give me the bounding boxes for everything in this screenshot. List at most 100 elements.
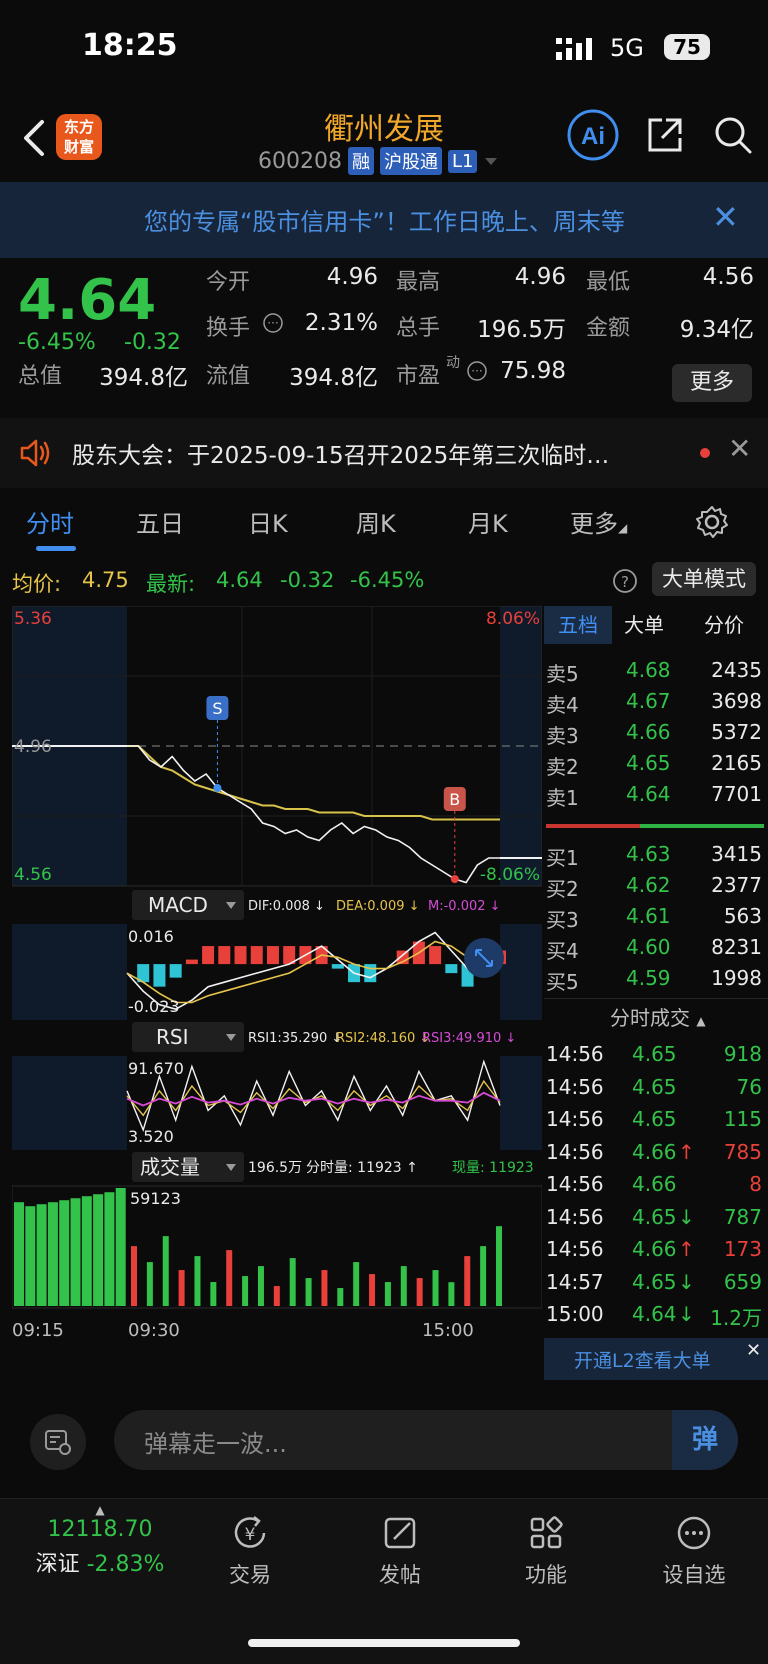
help-icon[interactable]: ?: [612, 568, 638, 594]
ask-label: 卖1: [546, 786, 579, 810]
rsi-legend[interactable]: RSI RSI1:35.290 ↓ RSI2:48.160 ↓ RSI3:49.…: [132, 1022, 516, 1052]
quote-panel: 4.64 -6.45% -0.32 今开 4.96 最高 4.96 最低 4.5…: [0, 258, 768, 408]
ask-volume: 5372: [711, 720, 762, 744]
ask-row[interactable]: 卖4 4.67 3698: [544, 685, 764, 717]
tab-intraday[interactable]: 分时: [26, 504, 74, 539]
high-value: 4.96: [514, 264, 566, 290]
bid-volume: 1998: [711, 966, 762, 990]
x-label-open-auction: 09:15: [12, 1320, 64, 1341]
tab-monthly-k[interactable]: 月K: [468, 504, 508, 539]
more-quote-button[interactable]: 更多: [672, 364, 752, 402]
macd-bar: [185, 959, 198, 965]
l2-close-icon[interactable]: ✕: [746, 1340, 761, 1361]
tab-five-day[interactable]: 五日: [136, 504, 184, 539]
volume-bar: [115, 1188, 126, 1306]
volume-current: 现量: 11923: [452, 1160, 534, 1176]
tick-volume: 76: [736, 1074, 762, 1099]
bid-row[interactable]: 买5 4.59 1998: [544, 962, 764, 994]
tab-big-orders[interactable]: 大单: [624, 606, 664, 644]
settings-gear-icon[interactable]: [694, 504, 730, 540]
rsi3-value: RSI3:49.910 ↓: [422, 1031, 516, 1046]
ask-price: 4.64: [626, 782, 671, 806]
tick-arrow: ↑: [678, 1237, 695, 1261]
tab-weekly-k[interactable]: 周K: [356, 504, 396, 539]
info-icon[interactable]: ···: [262, 312, 284, 334]
ticks-title[interactable]: 分时成交 ▲: [610, 1002, 706, 1031]
tab-daily-k[interactable]: 日K: [248, 504, 288, 539]
marker-label: B: [449, 790, 460, 809]
big-order-mode-button[interactable]: 大单模式: [652, 562, 756, 596]
volume-bar: [480, 1246, 487, 1306]
tick-volume: 1.2万: [710, 1306, 762, 1330]
ask-label: 卖2: [546, 755, 579, 779]
volume-bar: [242, 1276, 249, 1306]
nav-trade[interactable]: ¥ 交易: [200, 1513, 300, 1589]
bid-row[interactable]: 买2 4.62 2377: [544, 869, 764, 901]
ask-strength-bar: [546, 824, 640, 828]
stock-code-row[interactable]: 600208 融 沪股通 L1: [258, 146, 499, 176]
promo-banner[interactable]: 您的专属“股市信用卡”！工作日晚上、周末等 ✕: [0, 182, 768, 258]
tab-price-dist[interactable]: 分价: [704, 606, 744, 644]
rsi-axis-top: 91.670: [128, 1059, 184, 1078]
volume-bar: [162, 1236, 169, 1306]
bid-row[interactable]: 买3 4.61 563: [544, 900, 764, 932]
nav-watchlist[interactable]: 设自选: [644, 1513, 744, 1589]
search-icon[interactable]: [712, 114, 754, 156]
caret-up-icon: ▲: [95, 1503, 105, 1517]
intraday-charts[interactable]: S B 5.36 4.96 4.56 8.06% -8.06% MACD DIF:…: [12, 606, 542, 1356]
tick-volume: 173: [723, 1237, 762, 1261]
macd-legend[interactable]: MACD DIF:0.008 ↓ DEA:0.009 ↓ M:-0.002 ↓: [132, 890, 501, 920]
back-arrow-icon[interactable]: [18, 118, 52, 158]
market-cap-value: 394.8亿: [99, 365, 188, 391]
pct-axis-top: 8.06%: [486, 609, 540, 629]
index-name: 深证: [35, 1552, 80, 1577]
ask-row[interactable]: 卖2 4.65 2165: [544, 747, 764, 779]
bid-volume: 2377: [711, 873, 762, 897]
ask-price: 4.68: [626, 658, 671, 682]
ask-row[interactable]: 卖5 4.68 2435: [544, 654, 764, 686]
corner-caret-icon: ◢: [618, 521, 628, 535]
danmu-input[interactable]: 弹幕走一波... 弹: [114, 1410, 738, 1470]
speaker-icon: [20, 439, 50, 467]
ai-assistant-icon[interactable]: Ai: [566, 108, 620, 162]
stock-code: 600208: [258, 148, 342, 174]
price-line: [127, 745, 500, 884]
ask-row[interactable]: 卖3 4.66 5372: [544, 716, 764, 748]
volume-bar: [25, 1206, 36, 1306]
l2-upgrade-banner[interactable]: 开通L2查看大单 ✕: [544, 1338, 768, 1380]
svg-text:Ai: Ai: [581, 123, 605, 150]
bid-row[interactable]: 买1 4.63 3415: [544, 838, 764, 870]
tick-arrow: ↓: [678, 1269, 695, 1294]
notice-close-icon[interactable]: ✕: [728, 432, 751, 465]
nav-post[interactable]: 发帖: [350, 1513, 450, 1589]
notice-bar[interactable]: 股东大会：于2025-09-15召开2025年第三次临时… ✕: [0, 418, 768, 488]
pct-axis-bottom: -8.06%: [480, 865, 540, 885]
volume-bar: [59, 1200, 70, 1306]
volume-legend[interactable]: 成交量 196.5万 分时量: 11923 ↑ 现量: 11923: [132, 1152, 534, 1182]
x-label-close: 15:00: [422, 1320, 474, 1341]
tab-more[interactable]: 更多◢: [570, 504, 627, 539]
ask-volume: 7701: [711, 782, 762, 806]
bid-volume: 3415: [711, 842, 762, 866]
tab-five-levels[interactable]: 五档: [544, 606, 612, 644]
tick-price: 4.65: [632, 1269, 677, 1294]
danmu-send-button[interactable]: 弹: [672, 1410, 738, 1470]
danmu-toggle[interactable]: [30, 1414, 86, 1470]
index-percent: -2.83%: [86, 1552, 165, 1577]
buy-marker[interactable]: B: [443, 787, 466, 883]
banner-close-icon[interactable]: ✕: [712, 198, 739, 236]
share-icon[interactable]: [644, 114, 686, 156]
volume-bar: [70, 1198, 81, 1306]
nav-functions[interactable]: 功能: [496, 1513, 596, 1589]
ask-row[interactable]: 卖1 4.64 7701: [544, 778, 764, 810]
turnover-label: 换手: [206, 316, 251, 341]
caret-down-icon: [485, 158, 498, 165]
badge-connect: 沪股通: [379, 147, 442, 175]
bid-row[interactable]: 买4 4.60 8231: [544, 931, 764, 963]
tick-row: 14:56 4.66 ↑ 785: [544, 1136, 764, 1168]
volume-bar: [131, 1246, 137, 1306]
index-ticker[interactable]: ▲ 12118.70 深证 -2.83%: [20, 1503, 180, 1578]
network-type: 5G: [610, 34, 644, 62]
latest-percent: -6.45%: [350, 568, 425, 592]
info-icon[interactable]: ···: [466, 360, 488, 382]
